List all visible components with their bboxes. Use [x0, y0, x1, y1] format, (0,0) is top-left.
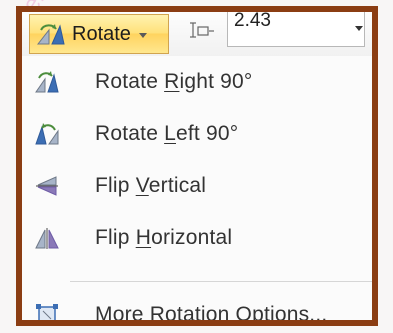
menu-separator — [70, 281, 372, 282]
rotate-menu-frame: Rotate 2.43 Rotate Right 90° Rotate Left… — [16, 6, 378, 326]
height-size-input[interactable]: 2.43 — [227, 12, 365, 47]
flip-horizontal-label: Flip Horizontal — [95, 226, 233, 249]
flip-horizontal-menu-item[interactable]: Flip Horizontal — [22, 212, 372, 264]
height-size-icon — [185, 21, 215, 39]
screenshot-stage: Strzelecki / Autor Rotate — [0, 0, 393, 333]
rotate-left-menu-item[interactable]: Rotate Left 90° — [22, 108, 372, 160]
flip-vertical-icon — [33, 172, 61, 200]
rotate-label: Rotate — [72, 22, 131, 45]
rotate-left-icon — [33, 120, 61, 148]
arrange-toolbar: Rotate 2.43 — [22, 12, 372, 57]
rotate-menu: Rotate Right 90° Rotate Left 90° Flip Ve… — [22, 56, 372, 320]
height-size-group: 2.43 — [183, 12, 368, 54]
flip-horizontal-icon — [33, 224, 61, 252]
flip-vertical-label: Flip Vertical — [95, 174, 207, 197]
more-rotation-options-icon — [33, 301, 61, 320]
rotate-right-menu-item[interactable]: Rotate Right 90° — [22, 56, 372, 108]
height-size-value: 2.43 — [234, 12, 271, 31]
rotate-button[interactable]: Rotate — [29, 14, 169, 54]
rotate-left-label: Rotate Left 90° — [95, 122, 239, 145]
rotate-right-icon — [33, 68, 61, 96]
rotate-dropdown-icon — [138, 32, 147, 38]
height-size-dropdown-icon[interactable] — [355, 26, 363, 31]
rotate-icon — [36, 22, 66, 46]
more-rotation-options-menu-item[interactable]: More Rotation Options... — [22, 289, 372, 326]
flip-vertical-menu-item[interactable]: Flip Vertical — [22, 160, 372, 212]
rotate-right-label: Rotate Right 90° — [95, 70, 253, 93]
more-rotation-options-label: More Rotation Options... — [95, 303, 328, 326]
